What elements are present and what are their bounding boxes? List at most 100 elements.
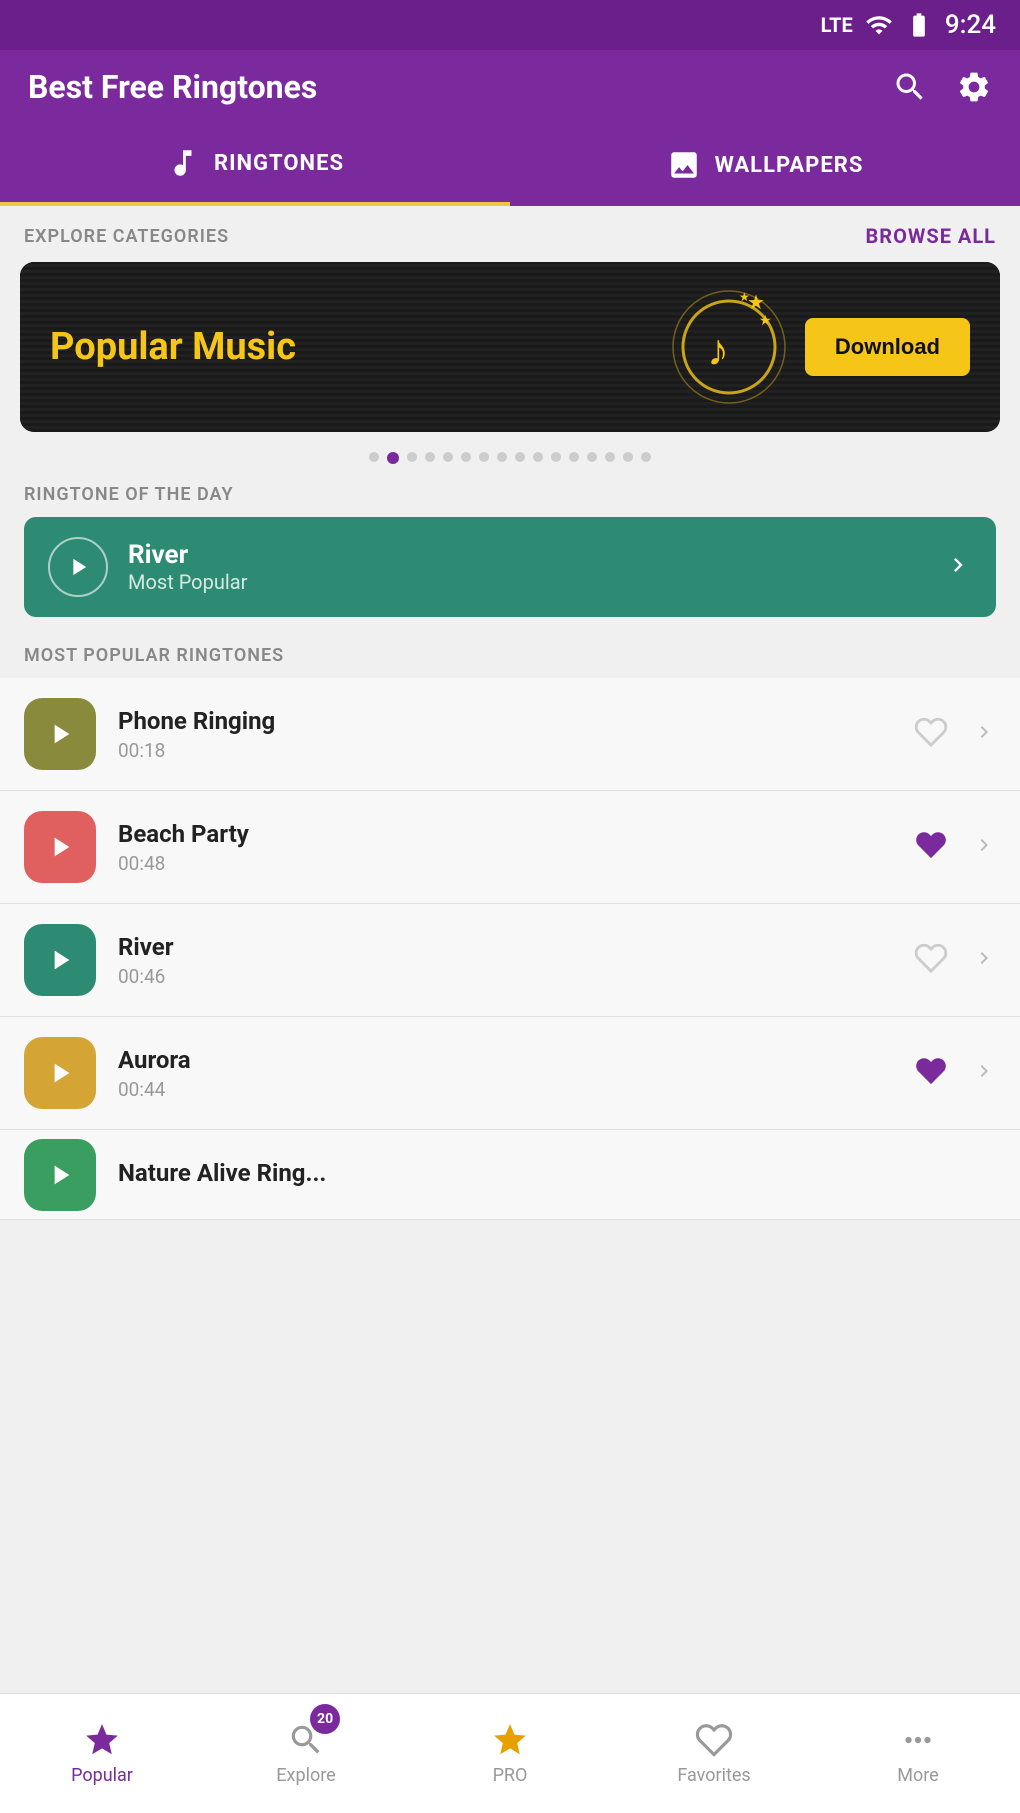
rt-info-4: Aurora 00:44 xyxy=(118,1046,914,1101)
app-title: Best Free Ringtones xyxy=(28,68,317,106)
rt-info-1: Phone Ringing 00:18 xyxy=(118,707,914,762)
battery-icon xyxy=(905,11,933,39)
favorites-icon xyxy=(695,1721,733,1759)
download-button[interactable]: Download xyxy=(805,318,970,376)
dot-1 xyxy=(369,452,379,462)
nav-pro[interactable]: PRO xyxy=(408,1694,612,1813)
nav-popular[interactable]: Popular xyxy=(0,1694,204,1813)
play-button-1[interactable] xyxy=(24,698,96,770)
pro-icon xyxy=(491,1721,529,1759)
favorite-button-4[interactable] xyxy=(914,1054,948,1092)
ringtone-of-day-section: RINGTONE OF THE DAY River Most Popular xyxy=(0,474,1020,631)
search-icon[interactable] xyxy=(892,69,928,105)
lte-indicator: LTE xyxy=(821,13,853,37)
dot-11 xyxy=(551,452,561,462)
rotd-name: River xyxy=(128,540,944,570)
rt-name-5: Nature Alive Ring... xyxy=(118,1159,996,1187)
most-popular-section: MOST POPULAR RINGTONES xyxy=(0,631,1020,678)
play-icon-3 xyxy=(44,944,76,976)
rt-duration-3: 00:46 xyxy=(118,965,914,988)
tab-wallpapers[interactable]: WALLPAPERS xyxy=(510,124,1020,206)
favorite-button-2[interactable] xyxy=(914,828,948,866)
banner-title: Popular Music xyxy=(50,325,296,369)
bottom-nav: Popular 20 Explore PRO Favorites More xyxy=(0,1693,1020,1813)
favorite-button-3[interactable] xyxy=(914,941,948,979)
app-header: Best Free Ringtones xyxy=(0,50,1020,124)
dot-8 xyxy=(497,452,507,462)
main-content: EXPLORE CATEGORIES BROWSE ALL Popular Mu… xyxy=(0,206,1020,1340)
dot-10 xyxy=(533,452,543,462)
dot-9 xyxy=(515,452,525,462)
rotd-label: RINGTONE OF THE DAY xyxy=(24,484,996,505)
rotd-arrow xyxy=(944,551,972,583)
rotd-card[interactable]: River Most Popular xyxy=(24,517,996,617)
play-button-4[interactable] xyxy=(24,1037,96,1109)
svg-text:★: ★ xyxy=(739,290,750,304)
rt-name-2: Beach Party xyxy=(118,820,914,848)
rt-actions-1 xyxy=(914,715,996,753)
nav-favorites[interactable]: Favorites xyxy=(612,1694,816,1813)
rt-duration-2: 00:48 xyxy=(118,852,914,875)
ringtone-item-2: Beach Party 00:48 xyxy=(0,791,1020,904)
ringtone-item-4: Aurora 00:44 xyxy=(0,1017,1020,1130)
explore-badge: 20 xyxy=(310,1704,340,1734)
svg-text:♪: ♪ xyxy=(707,324,729,376)
most-popular-label: MOST POPULAR RINGTONES xyxy=(24,645,996,666)
nav-favorites-label: Favorites xyxy=(677,1765,750,1786)
tab-ringtones[interactable]: RINGTONES xyxy=(0,124,510,206)
rt-info-2: Beach Party 00:48 xyxy=(118,820,914,875)
rotd-info: River Most Popular xyxy=(128,540,944,594)
explore-header: EXPLORE CATEGORIES BROWSE ALL xyxy=(0,206,1020,258)
nav-pro-label: PRO xyxy=(493,1765,528,1786)
play-icon-2 xyxy=(44,831,76,863)
arrow-4 xyxy=(972,1059,996,1087)
rt-duration-1: 00:18 xyxy=(118,739,914,762)
nav-explore[interactable]: 20 Explore xyxy=(204,1694,408,1813)
rt-name-1: Phone Ringing xyxy=(118,707,914,735)
tab-bar: RINGTONES WALLPAPERS xyxy=(0,124,1020,206)
svg-text:★: ★ xyxy=(759,313,772,329)
rt-name-3: River xyxy=(118,933,914,961)
settings-icon[interactable] xyxy=(956,69,992,105)
favorite-button-1[interactable] xyxy=(914,715,948,753)
dot-15 xyxy=(623,452,633,462)
play-icon xyxy=(64,553,92,581)
nav-more[interactable]: More xyxy=(816,1694,1020,1813)
clock: 9:24 xyxy=(945,10,996,40)
tab-ringtones-label: RINGTONES xyxy=(214,151,344,176)
explore-title: EXPLORE CATEGORIES xyxy=(24,226,229,247)
dot-14 xyxy=(605,452,615,462)
arrow-2 xyxy=(972,833,996,861)
play-icon-5 xyxy=(44,1159,76,1191)
header-actions xyxy=(892,69,992,105)
status-bar: LTE 9:24 xyxy=(0,0,1020,50)
ringtone-item-3: River 00:46 xyxy=(0,904,1020,1017)
play-button-2[interactable] xyxy=(24,811,96,883)
heart-icon-1 xyxy=(914,715,948,749)
carousel-dots xyxy=(0,442,1020,474)
dot-16 xyxy=(641,452,651,462)
rt-name-4: Aurora xyxy=(118,1046,914,1074)
heart-icon-2 xyxy=(914,828,948,862)
heart-icon-3 xyxy=(914,941,948,975)
promo-banner[interactable]: Popular Music ★ ★ ★ ♪ Download xyxy=(20,262,1000,432)
more-icon xyxy=(899,1721,937,1759)
play-button-3[interactable] xyxy=(24,924,96,996)
nav-popular-label: Popular xyxy=(71,1765,133,1786)
signal-icon xyxy=(865,11,893,39)
dot-4 xyxy=(425,452,435,462)
dot-13 xyxy=(587,452,597,462)
chevron-right-icon-2 xyxy=(972,833,996,857)
heart-icon-4 xyxy=(914,1054,948,1088)
play-button-5[interactable] xyxy=(24,1139,96,1211)
banner-right: ★ ★ ★ ♪ Download xyxy=(669,287,970,407)
nav-explore-label: Explore xyxy=(276,1765,335,1786)
arrow-3 xyxy=(972,946,996,974)
dot-7 xyxy=(479,452,489,462)
rt-actions-3 xyxy=(914,941,996,979)
rotd-play-button[interactable] xyxy=(48,537,108,597)
dot-2 xyxy=(387,452,399,464)
browse-all-button[interactable]: BROWSE ALL xyxy=(866,224,996,248)
rotd-subtitle: Most Popular xyxy=(128,570,944,594)
dot-12 xyxy=(569,452,579,462)
